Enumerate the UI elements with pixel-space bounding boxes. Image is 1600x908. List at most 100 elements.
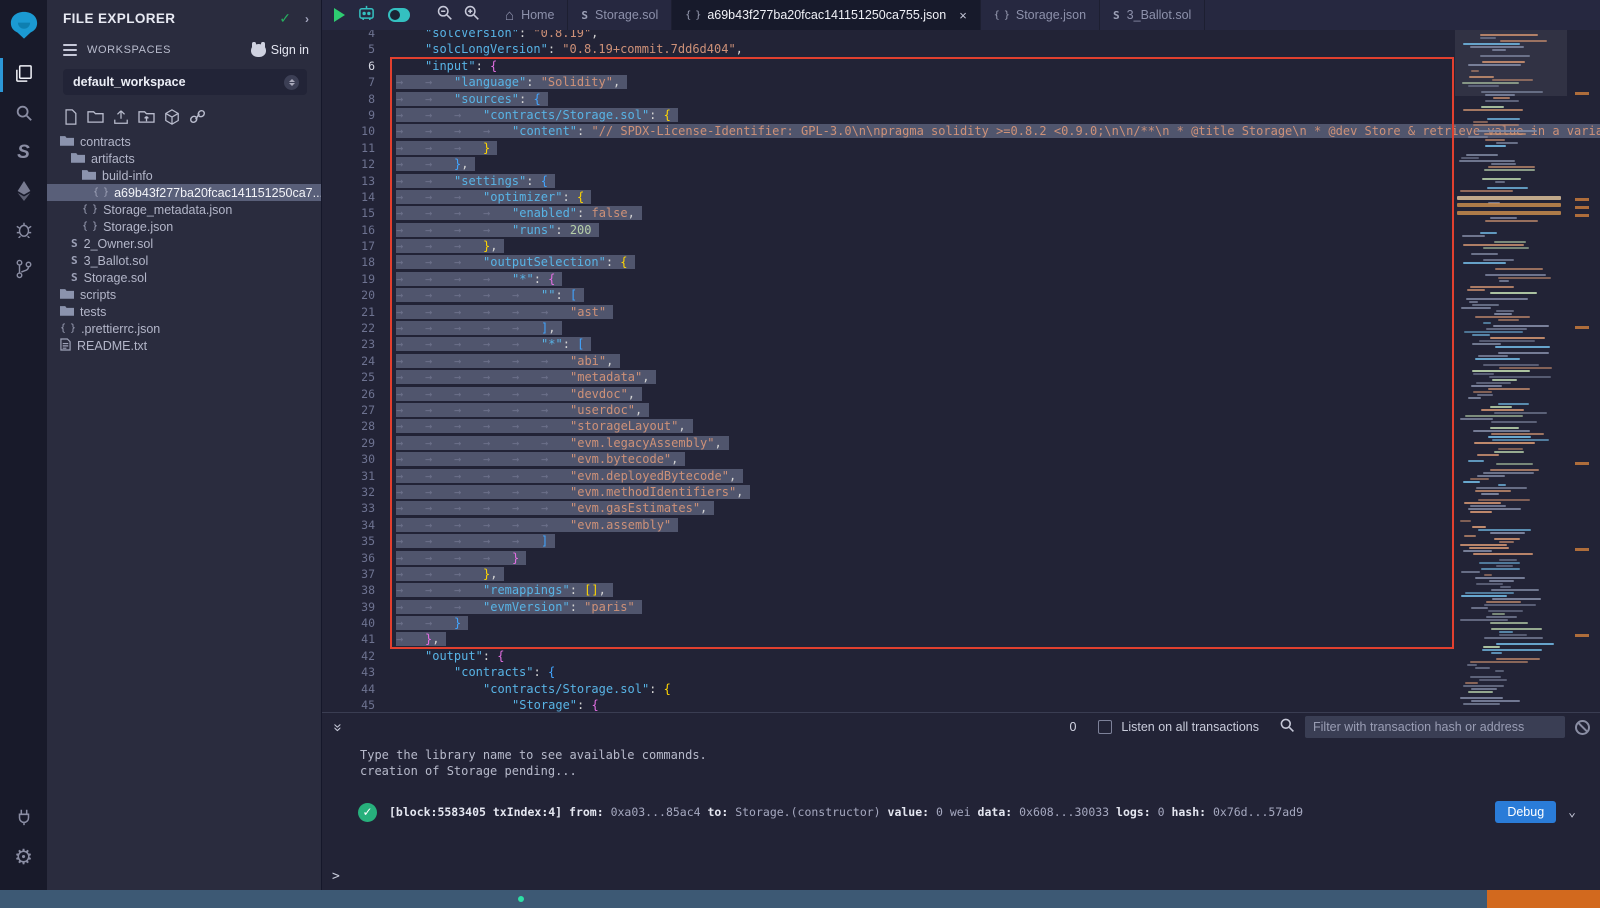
line-number[interactable]: 35 — [322, 533, 375, 549]
line-number[interactable]: 4 — [322, 30, 375, 41]
line-number[interactable]: 42 — [322, 648, 375, 664]
line-number[interactable]: 26 — [322, 386, 375, 402]
code-line[interactable]: 31→→→→→→"evm.deployedBytecode", — [322, 468, 1455, 484]
editor-tab[interactable]: S3_Ballot.sol — [1100, 0, 1205, 30]
line-number[interactable]: 23 — [322, 336, 375, 352]
code-line[interactable]: 27→→→→→→"userdoc", — [322, 402, 1455, 418]
code-line[interactable]: 45"Storage": { — [322, 697, 1455, 712]
code-editor[interactable]: 4"solcVersion": "0.8.19",5"solcLongVersi… — [322, 30, 1600, 712]
code-line[interactable]: 30→→→→→→"evm.bytecode", — [322, 451, 1455, 467]
line-number[interactable]: 11 — [322, 140, 375, 156]
line-number[interactable]: 30 — [322, 451, 375, 467]
ai-assistant-icon[interactable] — [357, 4, 376, 26]
line-number[interactable]: 38 — [322, 582, 375, 598]
close-tab-icon[interactable]: × — [959, 8, 967, 23]
code-line[interactable]: 14→→→"optimizer": { — [322, 189, 1455, 205]
editor-tab[interactable]: SStorage.sol — [568, 0, 672, 30]
line-number[interactable]: 31 — [322, 468, 375, 484]
new-file-icon[interactable] — [63, 109, 78, 125]
code-line[interactable]: 28→→→→→→"storageLayout", — [322, 418, 1455, 434]
code-line[interactable]: 36→→→→} — [322, 550, 1455, 566]
file-tree-item[interactable]: build-info — [47, 167, 321, 184]
plugin-manager-icon[interactable] — [0, 802, 47, 832]
code-line[interactable]: 40→→} — [322, 615, 1455, 631]
code-line[interactable]: 18→→→"outputSelection": { — [322, 254, 1455, 270]
code-line[interactable]: 16→→→→"runs": 200 — [322, 222, 1455, 238]
transaction-filter-input[interactable] — [1305, 716, 1565, 738]
file-tree-item[interactable]: { }Storage_metadata.json — [47, 201, 321, 218]
line-number[interactable]: 41 — [322, 631, 375, 647]
deploy-and-run-icon[interactable] — [0, 176, 47, 206]
line-number[interactable]: 28 — [322, 418, 375, 434]
line-number[interactable]: 27 — [322, 402, 375, 418]
editor-tab[interactable]: { }Storage.json — [981, 0, 1100, 30]
listen-checkbox[interactable] — [1098, 720, 1112, 734]
code-line[interactable]: 33→→→→→→"evm.gasEstimates", — [322, 500, 1455, 516]
file-explorer-icon[interactable] — [0, 58, 47, 88]
code-line[interactable]: 22→→→→→], — [322, 320, 1455, 336]
remix-logo[interactable] — [0, 6, 47, 44]
code-line[interactable]: 32→→→→→→"evm.methodIdentifiers", — [322, 484, 1455, 500]
line-number[interactable]: 18 — [322, 254, 375, 270]
status-alert-badge[interactable] — [1487, 890, 1600, 908]
code-line[interactable]: 20→→→→→"": [ — [322, 287, 1455, 303]
line-number[interactable]: 45 — [322, 697, 375, 712]
upload-folder-icon[interactable] — [138, 109, 155, 125]
solidity-compiler-icon[interactable]: S — [0, 138, 47, 168]
terminal-search-icon[interactable] — [1279, 717, 1295, 738]
line-number[interactable]: 24 — [322, 353, 375, 369]
workspaces-menu-icon[interactable] — [63, 41, 77, 59]
code-line[interactable]: 5"solcLongVersion": "0.8.19+commit.7dd6d… — [322, 41, 1455, 57]
box-icon[interactable] — [164, 109, 180, 125]
file-tree-item[interactable]: scripts — [47, 286, 321, 303]
code-line[interactable]: 6"input": { — [322, 58, 1455, 74]
zoom-out-icon[interactable] — [436, 4, 453, 26]
line-number[interactable]: 37 — [322, 566, 375, 582]
editor-tab[interactable]: ⌂Home — [492, 0, 568, 30]
line-number[interactable]: 8 — [322, 91, 375, 107]
code-line[interactable]: 37→→→}, — [322, 566, 1455, 582]
debugger-icon[interactable] — [0, 214, 47, 244]
code-line[interactable]: 39→→→"evmVersion": "paris" — [322, 599, 1455, 615]
code-line[interactable]: 10→→→→"content": "// SPDX-License-Identi… — [322, 123, 1455, 139]
line-number[interactable]: 21 — [322, 304, 375, 320]
line-number[interactable]: 10 — [322, 123, 375, 139]
terminal-prompt[interactable]: > — [332, 869, 340, 884]
line-number[interactable]: 29 — [322, 435, 375, 451]
clear-console-icon[interactable] — [1575, 720, 1590, 735]
line-number[interactable]: 40 — [322, 615, 375, 631]
run-script-button[interactable] — [334, 8, 345, 22]
minimap[interactable] — [1455, 30, 1567, 712]
line-number[interactable]: 43 — [322, 664, 375, 680]
file-tree-item[interactable]: tests — [47, 303, 321, 320]
code-line[interactable]: 11→→→} — [322, 140, 1455, 156]
code-line[interactable]: 15→→→→"enabled": false, — [322, 205, 1455, 221]
workspace-select[interactable]: default_workspace — [63, 69, 307, 95]
editor-tab[interactable]: { }a69b43f277ba20fcac141151250ca755.json… — [672, 0, 981, 30]
copilot-toggle[interactable] — [388, 8, 410, 22]
transaction-row[interactable]: ✓ [block:5583405 txIndex:4] from: 0xa03.… — [358, 801, 1590, 823]
code-line[interactable]: 19→→→→"*": { — [322, 271, 1455, 287]
line-number[interactable]: 15 — [322, 205, 375, 221]
line-number[interactable]: 33 — [322, 500, 375, 516]
code-line[interactable]: 34→→→→→→"evm.assembly" — [322, 517, 1455, 533]
line-number[interactable]: 16 — [322, 222, 375, 238]
file-tree-item[interactable]: { }Storage.json — [47, 218, 321, 235]
line-number[interactable]: 14 — [322, 189, 375, 205]
file-tree-item[interactable]: SStorage.sol — [47, 269, 321, 286]
file-tree-item[interactable]: artifacts — [47, 150, 321, 167]
code-line[interactable]: 13→→"settings": { — [322, 173, 1455, 189]
line-number[interactable]: 20 — [322, 287, 375, 303]
code-line[interactable]: 38→→→"remappings": [], — [322, 582, 1455, 598]
line-number[interactable]: 19 — [322, 271, 375, 287]
code-line[interactable]: 42"output": { — [322, 648, 1455, 664]
code-line[interactable]: 17→→→}, — [322, 238, 1455, 254]
line-number[interactable]: 44 — [322, 681, 375, 697]
settings-gear-icon[interactable]: ⚙ — [0, 842, 47, 872]
file-tree-item[interactable]: S2_Owner.sol — [47, 235, 321, 252]
zoom-in-icon[interactable] — [463, 4, 480, 26]
expand-transaction-icon[interactable]: ⌄ — [1568, 805, 1576, 820]
code-line[interactable]: 21→→→→→→"ast" — [322, 304, 1455, 320]
upload-file-icon[interactable] — [113, 109, 129, 125]
code-line[interactable]: 8→→"sources": { — [322, 91, 1455, 107]
